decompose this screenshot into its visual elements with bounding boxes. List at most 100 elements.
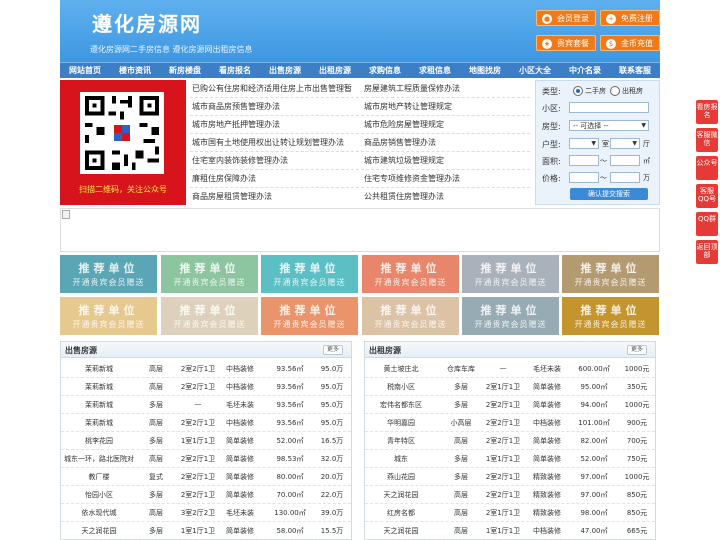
policy-link[interactable]: 商品房屋租赁管理办法: [192, 191, 272, 202]
table-cell[interactable]: 燕山花园: [367, 472, 435, 482]
recommended-unit-tile[interactable]: 推荐单位 开通贵宾会员赠送: [60, 297, 157, 335]
community-input[interactable]: [569, 102, 649, 113]
table-row[interactable]: 宏伟名都东区 多层 2室2厅1卫 简单装修 94.00㎡ 1000元: [365, 396, 655, 414]
nav-item[interactable]: 出租房源: [310, 63, 360, 79]
table-row[interactable]: 茉莉新城 多层 — 毛坯未装 93.56㎡ 95.0万: [61, 396, 351, 414]
table-row[interactable]: 城东 多层 1室1厅1卫 简单装修 52.00㎡ 750元: [365, 450, 655, 468]
recommended-unit-tile[interactable]: 推荐单位 开通贵宾会员赠送: [462, 255, 559, 293]
register-button[interactable]: + 免费注册: [600, 10, 660, 26]
table-cell[interactable]: 怡园小区: [61, 490, 137, 500]
rent-more-button[interactable]: 更多: [626, 345, 647, 355]
recommended-unit-tile[interactable]: 推荐单位 开通贵宾会员赠送: [161, 297, 258, 335]
table-row[interactable]: 税南小区 多层 2室1厅1卫 简单装修 95.00㎡ 350元: [365, 378, 655, 396]
recommended-unit-tile[interactable]: 推荐单位 开通贵宾会员赠送: [261, 297, 358, 335]
nav-item[interactable]: 新房楼盘: [160, 63, 210, 79]
recommended-unit-tile[interactable]: 推荐单位 开通贵宾会员赠送: [60, 255, 157, 293]
table-cell[interactable]: 教厂楼: [61, 472, 137, 482]
table-row[interactable]: 茉莉新城 高层 2室2厅1卫 中档装修 93.56㎡ 95.0万: [61, 414, 351, 432]
recommended-unit-tile[interactable]: 推荐单位 开通贵宾会员赠送: [562, 255, 659, 293]
table-row[interactable]: 教厂楼 复式 2室2厅1卫 简单装修 80.00㎡ 20.0万: [61, 468, 351, 486]
table-row[interactable]: 青年特区 高层 2室2厅1卫 简单装修 82.00㎡ 700元: [365, 432, 655, 450]
table-cell[interactable]: 天之润花园: [367, 490, 435, 500]
table-row[interactable]: 黄土坡庄北 仓库车库 — 毛坯未装 600.00㎡ 1000元: [365, 360, 655, 378]
nav-item[interactable]: 联系客服: [610, 63, 660, 79]
table-row[interactable]: 桃李花园 多层 1室1厅1卫 简单装修 52.00㎡ 16.5万: [61, 432, 351, 450]
table-cell[interactable]: 华明嘉园: [367, 418, 435, 428]
nav-item[interactable]: 网站首页: [60, 63, 110, 79]
login-button[interactable]: ● 会员登录: [536, 10, 596, 26]
policy-link[interactable]: 住宅专项维修资金管理办法: [364, 173, 460, 184]
table-cell[interactable]: 黄土坡庄北: [367, 364, 435, 374]
recommended-unit-tile[interactable]: 推荐单位 开通贵宾会员赠送: [261, 255, 358, 293]
table-row[interactable]: 燕山花园 多层 2室2厅1卫 精致装修 97.00㎡ 1000元: [365, 468, 655, 486]
nav-item[interactable]: 楼市资讯: [110, 63, 160, 79]
recommended-unit-tile[interactable]: 推荐单位 开通贵宾会员赠送: [161, 255, 258, 293]
nav-item[interactable]: 看房报名: [210, 63, 260, 79]
side-float-item[interactable]: 客服微信: [696, 128, 718, 152]
housetype-select[interactable]: -- 可选择 -- ▼: [569, 120, 649, 131]
policy-link[interactable]: 城市危险房屋管理规定: [364, 119, 444, 130]
sale-more-button[interactable]: 更多: [322, 345, 343, 355]
table-cell[interactable]: 茉莉新城: [61, 400, 137, 410]
policy-link[interactable]: 房屋建筑工程质量保修办法: [364, 83, 460, 94]
site-title[interactable]: 遵化房源网: [92, 8, 202, 37]
policy-link[interactable]: 城市建筑垃圾管理规定: [364, 155, 444, 166]
side-float-item[interactable]: 看房报名: [696, 100, 718, 124]
ad-banner[interactable]: [60, 208, 660, 252]
nav-item[interactable]: 中介名录: [560, 63, 610, 79]
table-row[interactable]: 天之润花园 高层 2室2厅1卫 精致装修 97.00㎡ 850元: [365, 486, 655, 504]
recommended-unit-tile[interactable]: 推荐单位 开通贵宾会员赠送: [462, 297, 559, 335]
table-row[interactable]: 茉莉新城 高层 2室2厅1卫 中档装修 93.56㎡ 95.0万: [61, 360, 351, 378]
nav-item[interactable]: 小区大全: [510, 63, 560, 79]
table-cell[interactable]: 城东一环，路北医院对: [61, 454, 137, 464]
recommended-unit-tile[interactable]: 推荐单位 开通贵宾会员赠送: [362, 255, 459, 293]
type-radio-resale[interactable]: [573, 86, 583, 96]
price-max-input[interactable]: [610, 172, 640, 183]
table-cell[interactable]: 桃李花园: [61, 436, 137, 446]
policy-link[interactable]: 已购公有住房和经济适用住房上市出售管理暂: [192, 83, 352, 94]
search-submit-button[interactable]: 确认提交搜索: [570, 188, 648, 200]
table-cell[interactable]: 红房名都: [367, 508, 435, 518]
side-float-item[interactable]: 客服QQ号: [696, 184, 718, 208]
policy-link[interactable]: 城市国有土地使用权出让转让规划管理办法: [192, 137, 344, 148]
table-row[interactable]: 城东一环，路北医院对 高层 2室2厅1卫 简单装修 98.53㎡ 32.0万: [61, 450, 351, 468]
table-row[interactable]: 怡园小区 多层 2室2厅1卫 简单装修 70.00㎡ 22.0万: [61, 486, 351, 504]
table-row[interactable]: 茉莉新城 高层 2室2厅1卫 中档装修 93.56㎡ 95.0万: [61, 378, 351, 396]
policy-link[interactable]: 公共租赁住房管理办法: [364, 191, 444, 202]
table-cell[interactable]: 依水现代城: [61, 508, 137, 518]
recommended-unit-tile[interactable]: 推荐单位 开通贵宾会员赠送: [562, 297, 659, 335]
price-min-input[interactable]: [569, 172, 599, 183]
area-min-input[interactable]: [569, 155, 599, 166]
policy-link[interactable]: 商品房销售管理办法: [364, 137, 436, 148]
nav-item[interactable]: 求购信息: [360, 63, 410, 79]
table-cell[interactable]: 天之润花园: [367, 526, 435, 536]
table-cell[interactable]: 青年特区: [367, 436, 435, 446]
table-cell[interactable]: 茉莉新城: [61, 364, 137, 374]
area-max-input[interactable]: [610, 155, 640, 166]
table-cell[interactable]: 茉莉新城: [61, 382, 137, 392]
policy-link[interactable]: 住宅室内装饰装修管理办法: [192, 155, 288, 166]
room-select[interactable]: ▼: [569, 138, 599, 149]
table-row[interactable]: 华明嘉园 小高层 2室2厅1卫 中档装修 101.00㎡ 900元: [365, 414, 655, 432]
table-cell[interactable]: 城东: [367, 454, 435, 464]
table-cell[interactable]: 税南小区: [367, 382, 435, 392]
policy-link[interactable]: 廉租住房保障办法: [192, 173, 256, 184]
nav-item[interactable]: 出售房源: [260, 63, 310, 79]
nav-item[interactable]: 地图找房: [460, 63, 510, 79]
side-float-item[interactable]: QQ群: [696, 212, 718, 236]
table-row[interactable]: 天之润花园 高层 1室1厅1卫 中档装修 47.00㎡ 665元: [365, 522, 655, 540]
hall-select[interactable]: ▼: [610, 138, 640, 149]
table-cell[interactable]: 宏伟名都东区: [367, 400, 435, 410]
side-float-item[interactable]: 公众号: [696, 156, 718, 180]
table-row[interactable]: 红房名都 高层 2室1厅1卫 精致装修 98.00㎡ 850元: [365, 504, 655, 522]
table-cell[interactable]: 天之润花园: [61, 526, 137, 536]
coin-recharge-button[interactable]: $ 金币充值: [600, 35, 660, 51]
table-cell[interactable]: 茉莉新城: [61, 418, 137, 428]
type-radio-rent[interactable]: [610, 86, 620, 96]
policy-link[interactable]: 城市商品房预售管理办法: [192, 101, 280, 112]
policy-link[interactable]: 城市房地产转让管理规定: [364, 101, 452, 112]
vip-package-button[interactable]: ★ 贵宾套餐: [536, 35, 596, 51]
policy-link[interactable]: 城市房地产抵押管理办法: [192, 119, 280, 130]
side-float-item[interactable]: 返回顶部: [696, 240, 718, 264]
nav-item[interactable]: 求租信息: [410, 63, 460, 79]
